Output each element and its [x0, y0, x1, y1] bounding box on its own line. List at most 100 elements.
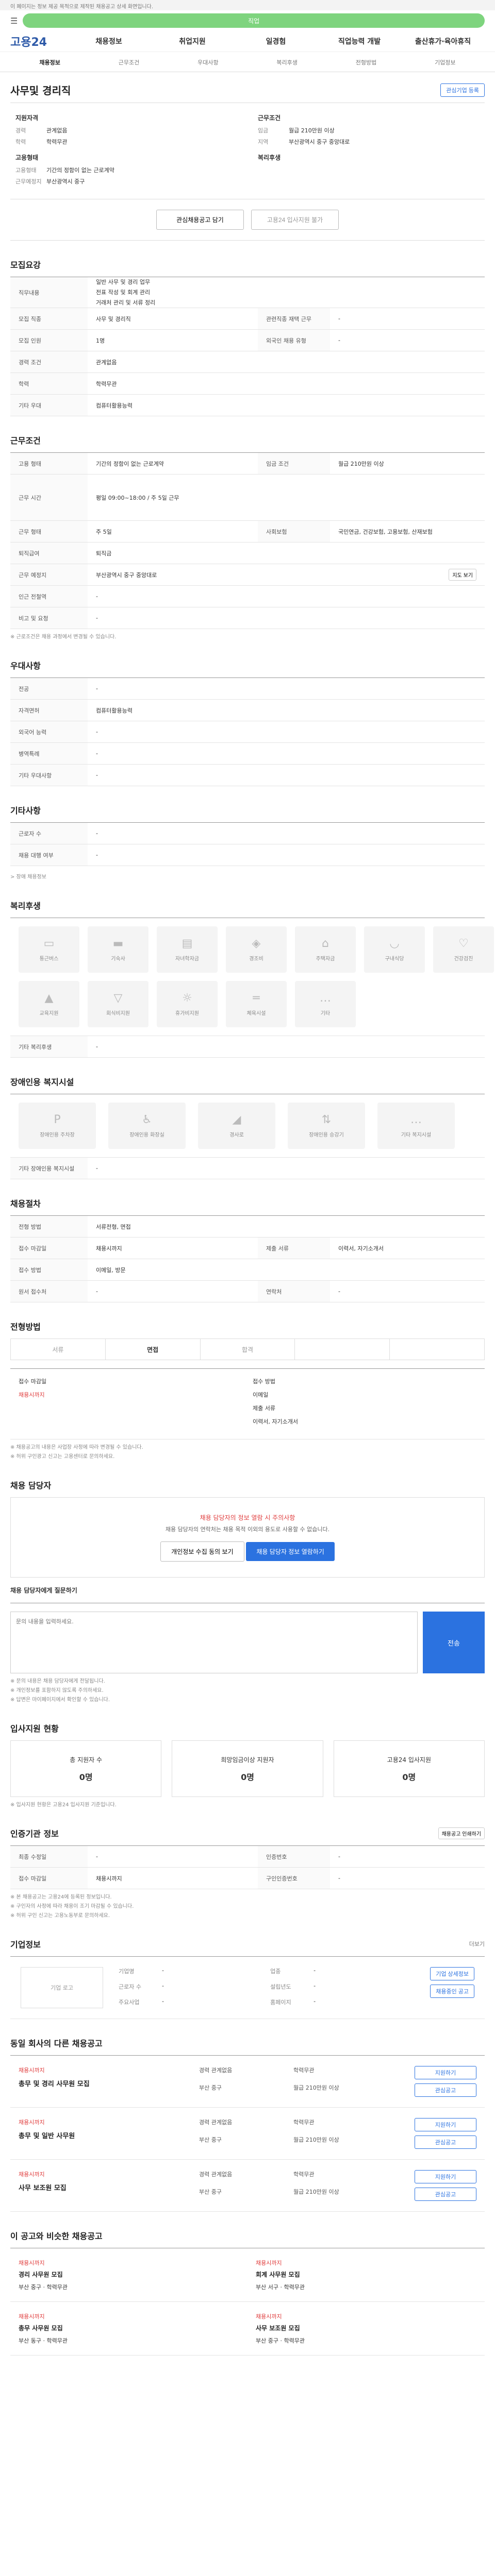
- subnav-benefits[interactable]: 복리후생: [248, 58, 326, 66]
- table-row: 근무 형태 주 5일 사회보험 국민연금, 건강보험, 고용보험, 산재보험: [10, 521, 485, 543]
- nav-item-support[interactable]: 취업지원: [151, 36, 234, 46]
- cap-icon: ▲: [44, 992, 54, 1005]
- page-bottom-space: [10, 2355, 485, 2469]
- section-title: 근무조건: [10, 436, 41, 446]
- table-row: 경력 조건 관계없음: [10, 351, 485, 374]
- inquiry-textarea[interactable]: [10, 1612, 418, 1674]
- section-company: 기업정보 더보기 기업 로고 기업명 - 업종 - 근로자 수- 설립년도 - 주요사…: [10, 1938, 485, 2020]
- table-row: 기타 장애인용 복지시설 -: [10, 1158, 485, 1180]
- nav-item-experience[interactable]: 일경험: [234, 36, 318, 46]
- section-etc: 기타사항 근로자 수- 채용 대행 여부 - > 장애 채용정보: [10, 804, 485, 882]
- apply-button[interactable]: 지원하기: [415, 2170, 476, 2184]
- subnav-preference[interactable]: 우대사항: [169, 58, 248, 66]
- section-selection: 전형방법 서류 면접 합격 접수 마감일 채용시까지 접수 방법 이메일 제출 …: [10, 1320, 485, 1461]
- section-title: 장애인용 복지시설: [10, 1077, 74, 1088]
- list-item[interactable]: 채용시까지 사무 보조원 모집 부산 중구 · 학력무관: [248, 2302, 485, 2356]
- section-title: 기업정보: [10, 1940, 41, 1950]
- same-company-jobs: 채용시까지 총무 및 경리 사무원 모집 경력 관계없음 학력무관 부산 중구 월급 2…: [10, 2055, 485, 2212]
- subnav-recruit[interactable]: 채용정보: [10, 58, 89, 66]
- main-nav: 고용24 채용정보 취업지원 일경험 직업능력 개발 출산휴가·육아휴직: [0, 31, 495, 52]
- cup-icon: ◡: [389, 937, 400, 951]
- site-header: ☰ 직업 고용24 채용정보 취업지원 일경험 직업능력 개발 출산휴가·육아휴…: [0, 10, 495, 72]
- section-preference: 우대사항 전공 - 자격면허 컴퓨터활용능력 외국어 능력 - 병역특례 - 기타 우대…: [10, 659, 485, 787]
- list-item[interactable]: 채용시까지 사무 보조원 모집 경력 관계없음 학력무관 부산 중구 월급 210만원 …: [10, 2160, 485, 2212]
- facility-item: ♿ 장애인용 화장실: [108, 1103, 186, 1149]
- apply-button[interactable]: 지원하기: [415, 2066, 476, 2080]
- stat-total: 총 지원자 수 0명: [10, 1740, 162, 1798]
- company-more-link[interactable]: 더보기: [469, 1940, 485, 1948]
- menu-icon[interactable]: ☰: [10, 16, 18, 26]
- interest-company-button[interactable]: 관심기업 등록: [440, 83, 485, 97]
- section-title: 이 공고와 비슷한 채용공고: [10, 2231, 103, 2242]
- etc-link[interactable]: > 장애 채용정보: [10, 873, 485, 882]
- list-item[interactable]: 채용시까지 총무 사무원 모집 부산 동구 · 학력무관: [10, 2302, 248, 2356]
- apply-button[interactable]: 지원하기: [415, 2118, 476, 2132]
- section-title: 입사지원 현황: [10, 1724, 59, 1734]
- facility-item: ◢ 경사로: [198, 1103, 275, 1149]
- list-item[interactable]: 채용시까지 총무 및 경리 사무원 모집 경력 관계없음 학력무관 부산 중구 월급 2…: [10, 2056, 485, 2108]
- scrap-job-button[interactable]: 관심채용공고 담기: [156, 210, 244, 230]
- facility-item: … 기타 복지시설: [377, 1103, 455, 1149]
- company-detail-button[interactable]: 기업 상세정보: [430, 1967, 474, 1981]
- top-notice: 이 페이지는 정보 제공 목적으로 제작된 채용공고 상세 화면입니다.: [0, 0, 495, 10]
- summary-row: 근무예정지 부산광역시 중구: [15, 178, 85, 185]
- section-contact: 채용 담당자 채용 담당자의 정보 열람 시 주의사항 채용 담당자의 연락처는…: [10, 1479, 485, 1704]
- subnav-selection[interactable]: 전형방법: [326, 58, 405, 66]
- more-icon: …: [410, 1113, 422, 1127]
- send-button[interactable]: 전송: [423, 1612, 485, 1674]
- elevator-icon: ⇅: [321, 1113, 332, 1127]
- heart-icon: ♡: [458, 937, 469, 951]
- benefit-item: ▤ 자녀학자금: [157, 926, 218, 973]
- more-icon: …: [320, 992, 331, 1005]
- parking-icon: P: [54, 1113, 61, 1127]
- status-stats: 총 지원자 수 0명 희망임금이상 지원자 0명 고용24 입사지원 0명: [10, 1740, 485, 1798]
- company-logo: 기업 로고: [21, 1967, 103, 2009]
- table-row: 접수 방법 이메일, 방문: [10, 1259, 485, 1281]
- site-logo[interactable]: 고용24: [10, 33, 67, 49]
- scrap-button[interactable]: 관심공고: [415, 2136, 476, 2149]
- job-actions: 관심채용공고 담기 고용24 입사지원 불가: [10, 199, 485, 241]
- table-row: 근무 시간 평일 09:00~18:00 / 주 5일 근무: [10, 474, 485, 521]
- section-disability: 장애인용 복지시설 P 장애인용 주차장 ♿ 장애인용 화장실 ◢ 경사로 ⇅ 장애인용…: [10, 1075, 485, 1180]
- summary-row: 학력 학력무관: [15, 139, 68, 145]
- company-jobs-button[interactable]: 채용중인 공고: [430, 1985, 474, 1998]
- nav-item-leave[interactable]: 출산휴가·육아휴직: [401, 36, 485, 46]
- section-benefits: 복리후생 ▭ 통근버스 ▬ 기숙사 ▤ 자녀학자금 ◈ 경조비 ⌂ 주택자금 ◡ 구내식당 …: [10, 899, 494, 1058]
- nav-item-training[interactable]: 직업능력 개발: [318, 36, 401, 46]
- print-button[interactable]: 채용공고 인쇄하기: [438, 1827, 485, 1839]
- section-title: 채용 담당자: [10, 1481, 52, 1491]
- scrap-button[interactable]: 관심공고: [415, 2188, 476, 2201]
- benefit-item: ▲ 교육지원: [19, 981, 79, 1028]
- map-button[interactable]: 지도 보기: [449, 569, 476, 581]
- section-title: 복리후생: [10, 901, 41, 911]
- tab-empty[interactable]: [295, 1339, 390, 1360]
- summary-qual-title: 지원자격: [15, 114, 39, 122]
- subnav-conditions[interactable]: 근무조건: [89, 58, 168, 66]
- info-table: 최종 수정일 - 인증번호 - 접수 마감일 채용시까지 구인인증번호 -: [10, 1845, 485, 1890]
- summary-row: 임금 월급 210만원 이상: [258, 127, 335, 134]
- inquiry-form: 전송: [10, 1603, 485, 1674]
- summary-row: 경력 관계없음: [15, 127, 68, 134]
- tab-pass[interactable]: 합격: [201, 1339, 295, 1360]
- benefit-item: ▽ 회식비지원: [88, 981, 148, 1028]
- subnav-company[interactable]: 기업정보: [406, 58, 485, 66]
- privacy-consent-button[interactable]: 개인정보 수집 동의 보기: [160, 1541, 244, 1562]
- tab-document[interactable]: 서류: [11, 1339, 106, 1360]
- search-input[interactable]: 직업: [23, 13, 485, 28]
- section-subnav: 채용정보 근무조건 우대사항 복리후생 전형방법 기업정보: [0, 52, 495, 72]
- ramp-icon: ◢: [232, 1113, 241, 1127]
- section-same-company: 동일 회사의 다른 채용공고 채용시까지 총무 및 경리 사무원 모집 경력 관계…: [10, 2037, 485, 2212]
- view-contact-button[interactable]: 채용 담당자 정보 열람하기: [246, 1542, 335, 1562]
- nav-item-jobs[interactable]: 채용정보: [67, 36, 151, 46]
- section-recruit: 모집요강 직무내용 일반 사무 및 경리 업무 전표 작성 및 회계 관리 거래…: [10, 258, 485, 417]
- scrap-button[interactable]: 관심공고: [415, 2083, 476, 2097]
- tab-empty[interactable]: [390, 1339, 484, 1360]
- summary-row: 고용형태 기간의 정함이 없는 근로계약: [15, 167, 114, 174]
- list-item[interactable]: 채용시까지 총무 및 일반 사무원 경력 관계없음 학력무관 부산 중구 월급 210만…: [10, 2108, 485, 2160]
- list-item[interactable]: 채용시까지 회계 사무원 모집 부산 서구 · 학력무관: [248, 2248, 485, 2302]
- tab-interview[interactable]: 면접: [106, 1339, 201, 1360]
- summary-row: 지역 부산광역시 중구 중앙대로: [258, 139, 350, 145]
- apply-button[interactable]: 고용24 입사지원 불가: [251, 210, 339, 230]
- list-item[interactable]: 채용시까지 경리 사무원 모집 부산 중구 · 학력무관: [10, 2248, 248, 2302]
- contact-warning: 채용 담당자의 정보 열람 시 주의사항 채용 담당자의 연락처는 채용 목적 …: [10, 1497, 485, 1578]
